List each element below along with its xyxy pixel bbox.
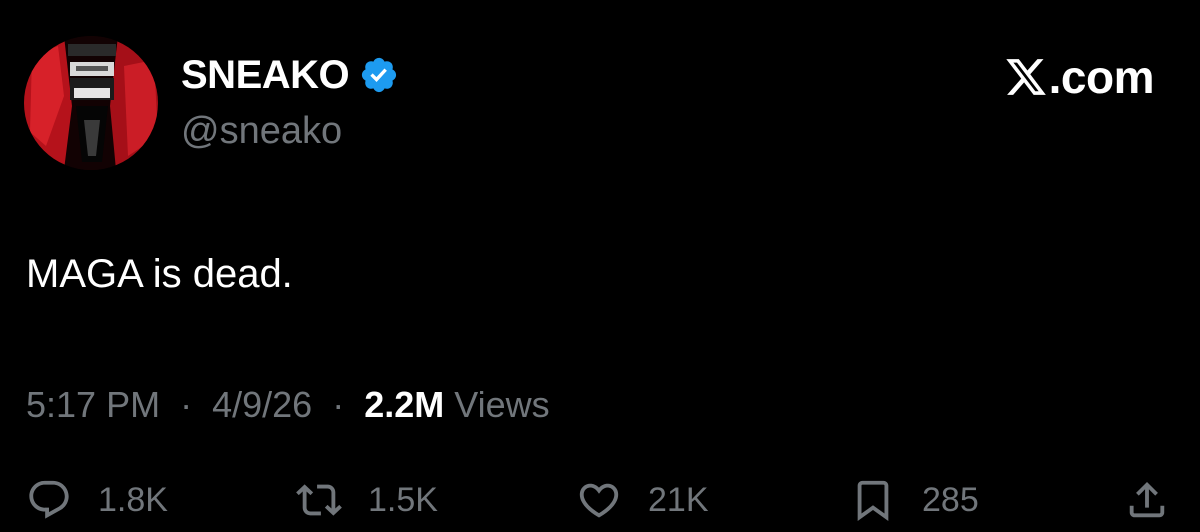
reply-count: 1.8K xyxy=(98,481,168,519)
share-button[interactable] xyxy=(1124,470,1170,530)
tweet-text: MAGA is dead. xyxy=(26,252,293,296)
reply-button[interactable]: 1.8K xyxy=(26,470,168,530)
views-label: Views xyxy=(454,384,550,425)
views-count: 2.2M xyxy=(364,384,445,425)
meta-separator: · xyxy=(332,384,345,425)
tweet-date[interactable]: 4/9/26 xyxy=(212,384,312,425)
meta-separator: · xyxy=(180,384,193,425)
share-icon xyxy=(1124,477,1170,523)
like-button[interactable]: 21K xyxy=(576,470,709,530)
action-bar: 1.8K 1.5K 21K 285 xyxy=(0,470,1200,530)
brand-watermark: .com xyxy=(1003,50,1155,104)
author-name-row: SNEAKO xyxy=(181,50,399,100)
bookmark-count: 285 xyxy=(922,481,979,519)
brand-label: .com xyxy=(1048,51,1155,103)
repost-icon xyxy=(296,477,342,523)
repost-button[interactable]: 1.5K xyxy=(296,470,438,530)
author-handle[interactable]: @sneako xyxy=(181,107,342,155)
x-logo-icon xyxy=(1003,55,1049,99)
avatar[interactable] xyxy=(24,36,158,170)
display-name[interactable]: SNEAKO xyxy=(181,50,350,100)
tweet-meta: 5:17 PM · 4/9/26 · 2.2M Views xyxy=(26,381,550,429)
tweet-time[interactable]: 5:17 PM xyxy=(26,384,160,425)
heart-icon xyxy=(576,477,622,523)
bookmark-button[interactable]: 285 xyxy=(850,470,979,530)
verified-badge-icon xyxy=(359,55,399,95)
tweet-card: SNEAKO @sneako .com MAGA is dead. 5:17 P… xyxy=(0,0,1200,532)
reply-icon xyxy=(26,477,72,523)
like-count: 21K xyxy=(648,481,709,519)
repost-count: 1.5K xyxy=(368,481,438,519)
avatar-image xyxy=(24,36,158,170)
bookmark-icon xyxy=(850,477,896,523)
